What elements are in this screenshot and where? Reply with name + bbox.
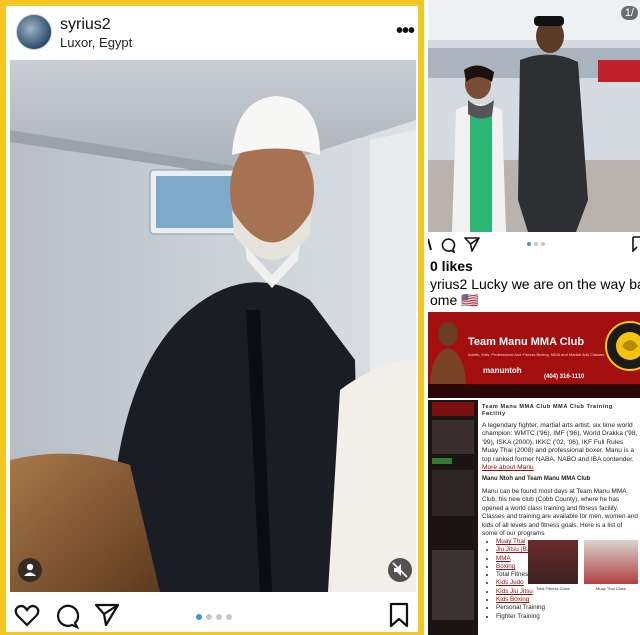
paragraph-1-text: A legendary fighter, martial arts artist… (482, 422, 638, 463)
sidebar-banner[interactable] (432, 402, 474, 416)
thumbnail-caption-1: Total Fitness Class (536, 586, 570, 591)
right-post-action-bar (428, 234, 640, 256)
muay-thai-class-thumbnail[interactable] (584, 540, 638, 584)
post-photo[interactable] (10, 60, 416, 592)
site-phone: (404) 316-1110 (544, 374, 585, 380)
more-about-link[interactable]: More about Manu (482, 464, 534, 471)
sidebar-photo-2 (432, 470, 474, 516)
post-username[interactable]: syrius2 (60, 16, 111, 34)
right-column: 1/ 0 likes yrius2 Lucky we are on the wa… (428, 0, 640, 635)
site-sidebar (428, 400, 478, 635)
site-subheading: Manu Ntoh and Team Manu MMA Club (482, 476, 591, 482)
site-heading: Team Manu MMA Club MMA Club Training Fac… (482, 404, 613, 417)
person-icon (24, 563, 36, 576)
carousel-dot-active (196, 614, 202, 620)
carousel-counter: 1/ (620, 6, 638, 20)
caption-line-2: ome 🇺🇸 (430, 292, 479, 308)
site-nav-bar[interactable] (428, 384, 640, 398)
comment-icon[interactable] (440, 237, 456, 253)
frame-border-left (0, 0, 6, 635)
sidebar-button[interactable] (432, 458, 452, 464)
bookmark-icon[interactable] (388, 602, 410, 628)
program-item: Fighter Training (496, 613, 554, 621)
bookmark-icon[interactable] (632, 236, 640, 252)
frame-border-right (418, 0, 424, 635)
site-paragraph-2: Manu can be found most days at Team Manu… (482, 488, 638, 538)
airport-photo-image (428, 0, 640, 232)
carousel-dot (206, 614, 212, 620)
site-banner: Team Manu MMA Club Adults, Kids, Profess… (428, 312, 640, 384)
post-caption: yrius2 Lucky we are on the way back ome … (430, 276, 640, 308)
website-screenshot: Team Manu MMA Club Adults, Kids, Profess… (428, 312, 640, 635)
likes-count[interactable]: 0 likes (430, 258, 473, 274)
carousel-dot-active (527, 242, 531, 246)
carousel-dot (226, 614, 232, 620)
team-manu-logo (605, 321, 640, 371)
site-brand: manuntoh (483, 366, 522, 375)
post-action-bar (6, 598, 418, 632)
site-title: Team Manu MMA Club (468, 336, 585, 348)
site-paragraph-1: A legendary fighter, martial arts artist… (482, 422, 638, 472)
thumbnail-caption-2: Muay Thai Class (596, 586, 626, 591)
heart-icon[interactable] (14, 604, 40, 628)
comment-icon[interactable] (54, 603, 80, 629)
carousel-dot (541, 242, 545, 246)
program-item[interactable]: Kids Boxing (496, 596, 554, 604)
share-icon[interactable] (464, 237, 480, 252)
airplane-cabin-photo (10, 60, 416, 592)
share-icon[interactable] (94, 603, 120, 627)
fitness-class-thumbnail[interactable] (528, 540, 578, 584)
more-dots-icon[interactable]: ••• (396, 20, 415, 43)
fighter-photo (430, 322, 466, 384)
post-header: syrius2 Luxor, Egypt ••• (6, 6, 418, 58)
heart-icon[interactable] (428, 238, 440, 252)
sidebar-photo (432, 420, 474, 454)
speaker-muted-icon (392, 562, 408, 578)
tagged-people-button[interactable] (18, 558, 42, 582)
caption-line-1: yrius2 Lucky we are on the way back (430, 276, 640, 292)
site-subtitle: Adults, Kids, Professional And Fitness B… (468, 352, 605, 357)
carousel-dot (534, 242, 538, 246)
mute-button[interactable] (388, 558, 412, 582)
avatar[interactable] (16, 14, 52, 50)
post-location[interactable]: Luxor, Egypt (60, 35, 132, 50)
carousel-dot (216, 614, 222, 620)
sidebar-fighters-photo (432, 550, 474, 620)
program-item: Personal Training (496, 604, 554, 612)
airport-photo[interactable]: 1/ (428, 0, 640, 232)
instagram-post-left: syrius2 Luxor, Egypt ••• (0, 0, 424, 635)
